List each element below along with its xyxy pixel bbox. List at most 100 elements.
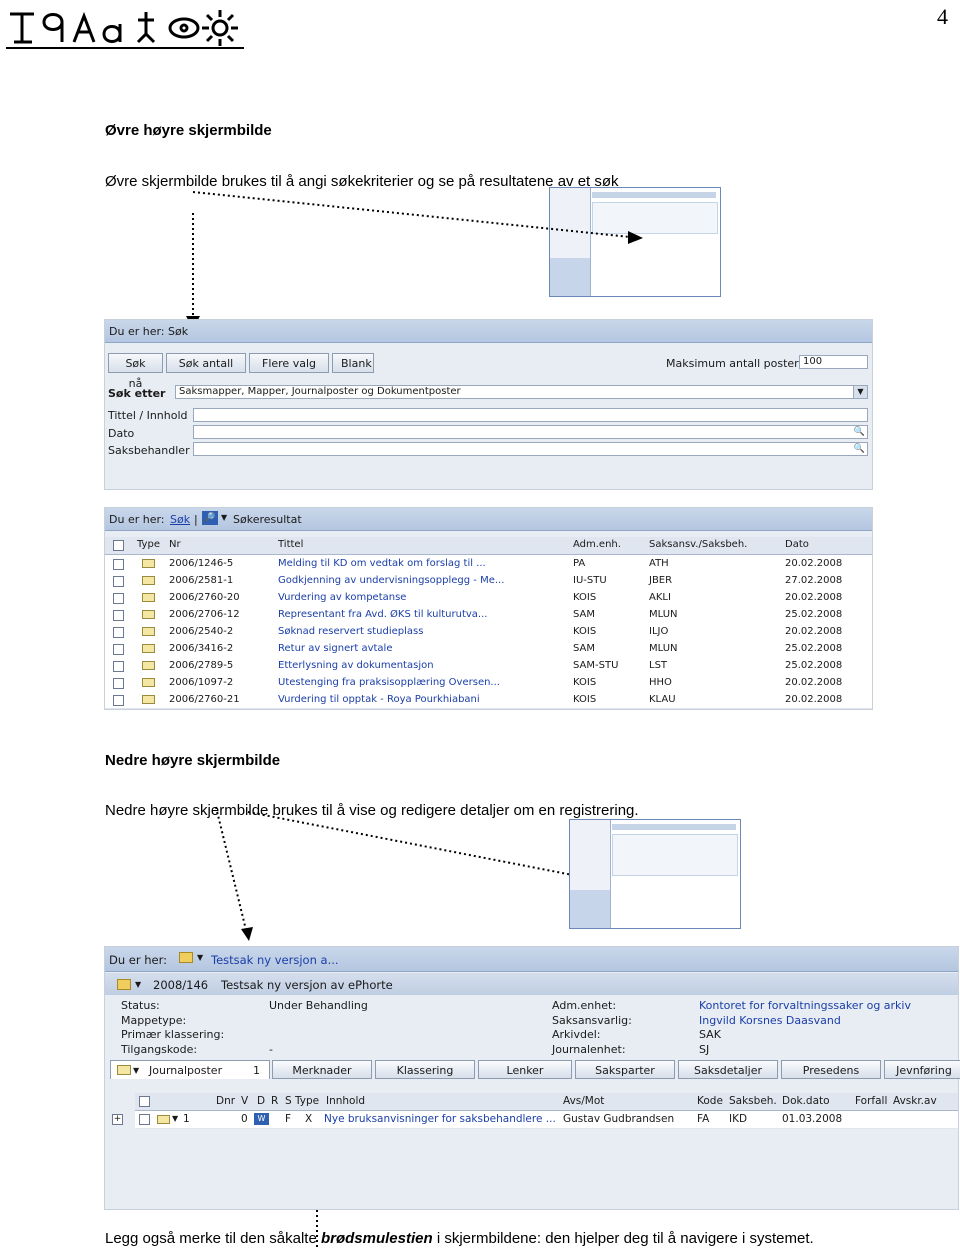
tab-case-details[interactable]: Saksdetaljer <box>678 1060 778 1079</box>
access-code-value: - <box>269 1042 273 1056</box>
column-r[interactable]: R <box>271 1095 278 1107</box>
table-row[interactable]: 2006/3416-2 Retur av signert avtale SAM MLU… <box>105 640 872 658</box>
row-date: 20.02.2008 <box>785 626 843 637</box>
row-case-handler: ATH <box>649 558 669 569</box>
column-d[interactable]: D <box>257 1095 265 1107</box>
max-records-input[interactable]: 100 <box>799 355 868 369</box>
row-checkbox[interactable] <box>113 627 124 638</box>
row-title[interactable]: Melding til KD om vedtak om forslag til … <box>278 558 486 569</box>
row-checkbox[interactable] <box>113 576 124 587</box>
footer-text-end: i skjermbildene: den hjelper deg til å n… <box>432 1230 814 1247</box>
date-input[interactable]: 🔍 <box>193 425 868 439</box>
search-count-button[interactable]: Søk antall <box>166 353 246 373</box>
table-row[interactable]: 2006/1246-5 Melding til KD om vedtak om f… <box>105 555 872 573</box>
tab-journal-entries[interactable]: ▼ Journalposter 1 <box>110 1060 270 1079</box>
tab-links[interactable]: Lenker <box>478 1060 572 1079</box>
row-checkbox[interactable] <box>113 644 124 655</box>
column-due[interactable]: Forfall <box>855 1095 887 1107</box>
section-text-lower: Nedre høyre skjermbilde brukes til å vis… <box>105 802 639 819</box>
select-all-checkbox[interactable] <box>139 1096 150 1107</box>
table-row[interactable]: 2006/2760-20 Vurdering av kompetanse KOIS A… <box>105 589 872 607</box>
status-value: Under Behandling <box>269 999 368 1012</box>
column-dnr[interactable]: Dnr <box>216 1095 235 1107</box>
table-row[interactable]: 2006/2581-1 Godkjenning av undervisningso… <box>105 572 872 590</box>
tab-precedence[interactable]: Presedens <box>781 1060 881 1079</box>
column-handler[interactable]: Saksbeh. <box>729 1095 777 1107</box>
adm-unit-value[interactable]: Kontoret for forvaltningssaker og arkiv <box>699 999 911 1014</box>
row-title[interactable]: Vurdering av kompetanse <box>278 592 406 603</box>
tab-classification[interactable]: Klassering <box>375 1060 475 1079</box>
chevron-down-icon[interactable]: ▼ <box>135 980 141 989</box>
search-icon[interactable]: 🔍 <box>854 443 865 455</box>
row-title[interactable]: Godkjenning av undervisningsopplegg - Me… <box>278 575 504 586</box>
row-title[interactable]: Representant fra Avd. ØKS til kulturutva… <box>278 609 487 620</box>
search-icon[interactable]: 🔍 <box>854 426 865 438</box>
row-title[interactable]: Søknad reservert studieplass <box>278 626 423 637</box>
row-title[interactable]: Etterlysning av dokumentasjon <box>278 660 434 671</box>
row-nr: 2006/3416-2 <box>169 643 234 654</box>
row-checkbox[interactable] <box>113 661 124 672</box>
case-owner-value[interactable]: Ingvild Korsnes Daasvand <box>699 1014 911 1029</box>
breadcrumb-link-search[interactable]: Søk <box>170 513 190 526</box>
chevron-down-icon[interactable]: ▼ <box>853 386 867 398</box>
chevron-down-icon[interactable]: ▼ <box>197 953 203 962</box>
chevron-down-icon[interactable]: ▼ <box>221 513 227 522</box>
tab-case-parties[interactable]: Saksparter <box>575 1060 675 1079</box>
column-sender[interactable]: Avs/Mot <box>563 1095 604 1107</box>
row-nr: 2006/2760-21 <box>169 694 240 705</box>
row-checkbox[interactable] <box>139 1114 150 1125</box>
column-code[interactable]: Kode <box>697 1095 723 1107</box>
row-title[interactable]: Utestenging fra praksisopplæring Oversen… <box>278 677 500 688</box>
title-content-input[interactable] <box>193 408 868 422</box>
row-adm: SAM <box>573 643 596 654</box>
column-title[interactable]: Tittel <box>278 539 303 550</box>
search-icon[interactable]: 🔎 <box>202 511 218 525</box>
table-row[interactable]: 2006/1097-2 Utestenging fra praksisopplær… <box>105 674 872 692</box>
folder-icon <box>179 952 193 963</box>
row-checkbox[interactable] <box>113 678 124 689</box>
envelope-icon <box>142 678 155 687</box>
footer-emphasis: brødsmulestien <box>320 1230 433 1247</box>
max-records-label: Maksimum antall poster <box>666 357 799 370</box>
search-for-select[interactable]: Saksmapper, Mapper, Journalposter og Dok… <box>175 385 868 399</box>
column-doc-date[interactable]: Dok.dato <box>782 1095 830 1107</box>
column-type[interactable]: Type <box>295 1095 319 1107</box>
row-checkbox[interactable] <box>113 610 124 621</box>
row-title[interactable]: Vurdering til opptak - Roya Pourkhiabani <box>278 694 480 705</box>
journal-row[interactable]: + ▼ 1 0 W F X Nye bruksanvisninger for s… <box>112 1111 958 1129</box>
more-options-button[interactable]: Flere valg <box>249 353 329 373</box>
table-row[interactable]: 2006/2706-12 Representant fra Avd. ØKS ti… <box>105 606 872 624</box>
column-written-off[interactable]: Avskr.av <box>893 1095 937 1107</box>
tab-notes[interactable]: Merknader <box>272 1060 372 1079</box>
chevron-down-icon[interactable]: ▼ <box>172 1114 178 1123</box>
primary-class-value <box>269 1028 368 1043</box>
case-handler-input[interactable]: 🔍 <box>193 442 868 456</box>
select-all-checkbox[interactable] <box>113 540 124 551</box>
column-type[interactable]: Type <box>137 539 160 550</box>
column-v[interactable]: V <box>241 1095 248 1107</box>
envelope-icon <box>142 559 155 568</box>
column-date[interactable]: Dato <box>785 539 809 550</box>
breadcrumb-link-case[interactable]: Testsak ny versjon a... <box>211 953 339 967</box>
tab-cross-reference[interactable]: Jevnføring <box>884 1060 960 1079</box>
row-content[interactable]: Nye bruksanvisninger for saksbehandlere … <box>324 1113 556 1125</box>
search-now-button[interactable]: Søk nå <box>108 353 163 390</box>
expand-icon[interactable]: + <box>112 1114 123 1125</box>
breadcrumb: Du er her: Søk <box>109 325 189 338</box>
row-checkbox[interactable] <box>113 695 124 706</box>
column-adm[interactable]: Adm.enh. <box>573 539 621 550</box>
table-row[interactable]: 2006/2789-5 Etterlysning av dokumentasjon… <box>105 657 872 675</box>
blank-button[interactable]: Blank <box>332 353 374 373</box>
chevron-down-icon[interactable]: ▼ <box>133 1061 139 1080</box>
column-case-handler[interactable]: Saksansv./Saksbeh. <box>649 539 747 550</box>
column-content[interactable]: Innhold <box>326 1095 365 1107</box>
row-checkbox[interactable] <box>113 559 124 570</box>
column-nr[interactable]: Nr <box>169 539 181 550</box>
word-document-icon[interactable]: W <box>254 1113 269 1125</box>
table-row[interactable]: 2006/2760-21 Vurdering til opptak - Roya … <box>105 691 872 709</box>
row-title[interactable]: Retur av signert avtale <box>278 643 393 654</box>
table-row[interactable]: 2006/2540-2 Søknad reservert studieplass K… <box>105 623 872 641</box>
row-checkbox[interactable] <box>113 593 124 604</box>
column-s[interactable]: S <box>285 1095 292 1107</box>
search-for-value: Saksmapper, Mapper, Journalposter og Dok… <box>179 386 461 397</box>
